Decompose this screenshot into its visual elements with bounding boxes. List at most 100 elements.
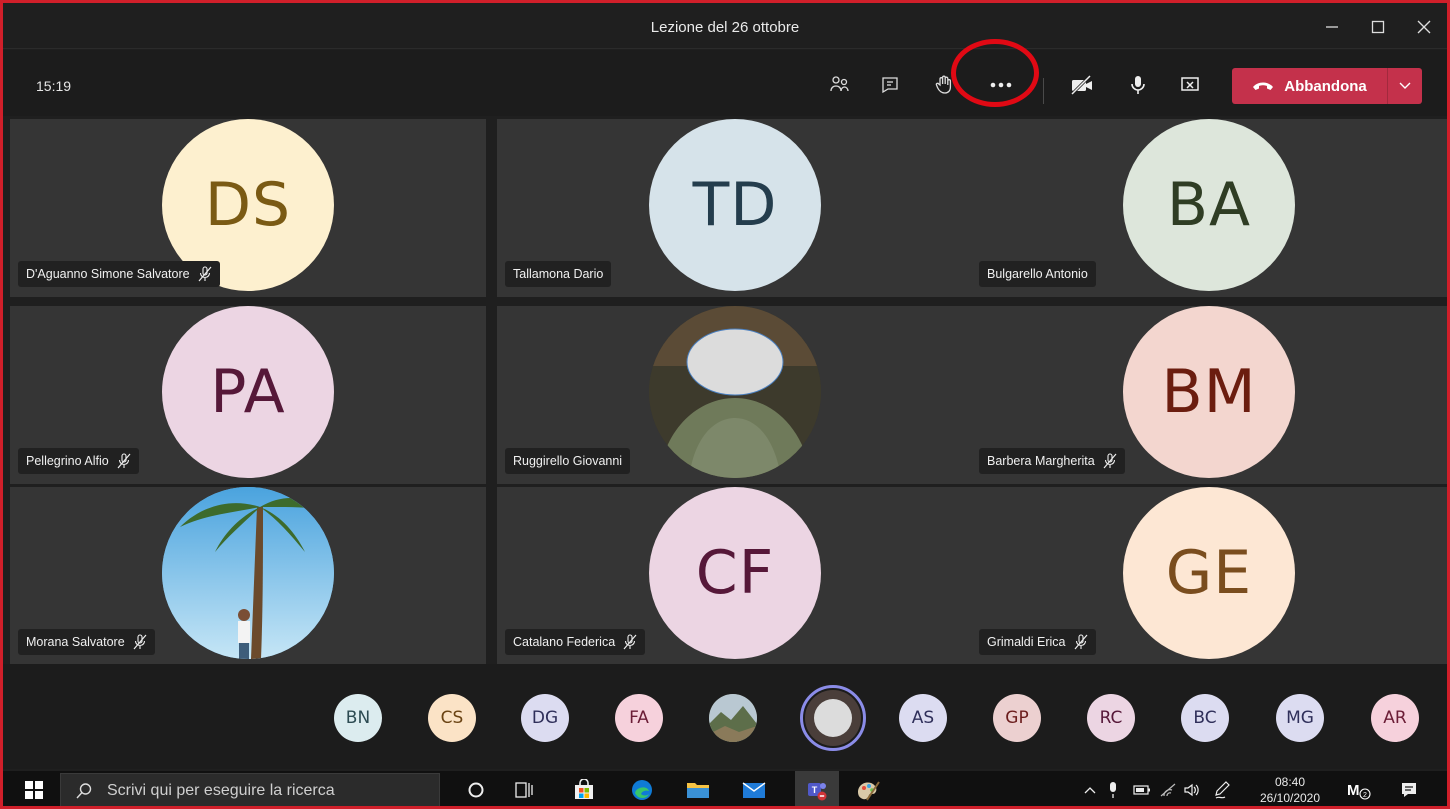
window-title: Lezione del 26 ottobre xyxy=(650,19,800,36)
participant-tile[interactable]: BM Barbera Margherita xyxy=(971,306,1447,484)
paint-icon[interactable] xyxy=(853,775,883,805)
store-icon[interactable] xyxy=(569,775,599,805)
participant-name-tag: D'Aguanno Simone Salvatore xyxy=(18,261,220,287)
overflow-participants: BN CS DG FA AS GP RC BC MG AR xyxy=(3,664,1447,769)
participant-name: Ruggirello Giovanni xyxy=(513,454,623,468)
overflow-photo[interactable] xyxy=(709,694,757,742)
participant-name-tag: Barbera Margherita xyxy=(979,448,1125,474)
more-options-icon[interactable] xyxy=(984,68,1018,102)
taskbar-search-box[interactable]: Scrivi qui per eseguire la ricerca xyxy=(60,773,440,806)
participant-avatar: PA xyxy=(162,306,334,478)
title-bar: Lezione del 26 ottobre xyxy=(3,3,1447,49)
video-grid: DS D'Aguanno Simone Salvatore TD Tallamona … xyxy=(10,119,1447,665)
chevron-up-icon[interactable] xyxy=(1080,775,1100,805)
overflow-avatar[interactable]: AS xyxy=(899,694,947,742)
participant-tile[interactable]: Ruggirello Giovanni xyxy=(497,306,973,484)
participant-tile[interactable]: BA Bulgarello Antonio xyxy=(971,119,1447,297)
teams-meeting-window: Lezione del 26 ottobre 15:19 Abbandona D… xyxy=(0,0,1450,809)
task-view-icon[interactable] xyxy=(509,775,539,805)
muted-mic-icon xyxy=(198,266,212,282)
svg-text:T: T xyxy=(812,785,818,795)
participant-name: D'Aguanno Simone Salvatore xyxy=(26,267,190,281)
close-icon[interactable] xyxy=(1409,13,1439,41)
teams-icon[interactable]: T xyxy=(795,771,839,806)
overflow-avatar[interactable]: CS xyxy=(428,694,476,742)
participant-name: Barbera Margherita xyxy=(987,454,1095,468)
wifi-icon[interactable] xyxy=(1157,775,1179,805)
search-icon xyxy=(76,783,92,799)
meeting-controls-bar: 15:19 Abbandona xyxy=(3,50,1447,116)
overflow-photo[interactable] xyxy=(800,685,866,751)
clock-date: 26/10/2020 xyxy=(1259,791,1321,805)
raise-hand-icon[interactable] xyxy=(927,68,961,102)
participant-tile[interactable]: DS D'Aguanno Simone Salvatore xyxy=(10,119,486,297)
participant-tile[interactable]: GE Grimaldi Erica xyxy=(971,487,1447,665)
muted-mic-icon xyxy=(1074,634,1087,650)
participant-name: Tallamona Dario xyxy=(513,267,604,281)
muted-mic-icon xyxy=(1103,453,1117,469)
participant-tile[interactable]: PA Pellegrino Alfio xyxy=(10,306,486,484)
chevron-down-icon[interactable] xyxy=(1388,82,1422,90)
chat-icon[interactable] xyxy=(873,68,907,102)
participant-name-tag: Tallamona Dario xyxy=(505,261,612,287)
edge-icon[interactable] xyxy=(627,775,657,805)
share-screen-icon[interactable] xyxy=(1173,68,1207,102)
leave-button[interactable]: Abbandona xyxy=(1232,68,1422,104)
participant-name-tag: Ruggirello Giovanni xyxy=(505,448,631,474)
windows-taskbar: Scrivi qui per eseguire la ricerca T 08:… xyxy=(3,771,1447,806)
overflow-avatar[interactable]: RC xyxy=(1087,694,1135,742)
overflow-avatar[interactable]: BN xyxy=(334,694,382,742)
overflow-avatar[interactable]: AR xyxy=(1371,694,1419,742)
participant-name: Pellegrino Alfio xyxy=(26,454,109,468)
overflow-avatar[interactable]: MG xyxy=(1276,694,1324,742)
mail-icon[interactable] xyxy=(739,775,769,805)
participant-photo xyxy=(162,487,334,659)
leave-label: Abbandona xyxy=(1284,77,1367,95)
participant-name-tag: Catalano Federica xyxy=(505,629,646,655)
file-explorer-icon[interactable] xyxy=(683,775,713,805)
camera-off-icon[interactable] xyxy=(1065,68,1099,102)
muted-mic-icon xyxy=(117,453,131,469)
microphone-icon[interactable] xyxy=(1121,68,1155,102)
participant-avatar: BM xyxy=(1123,306,1295,478)
participant-name-tag: Bulgarello Antonio xyxy=(979,261,1096,287)
participant-name: Catalano Federica xyxy=(513,635,616,649)
participant-name-tag: Morana Salvatore xyxy=(18,629,155,655)
pen-icon[interactable] xyxy=(1211,775,1233,805)
participant-avatar: CF xyxy=(649,487,821,659)
overflow-avatar[interactable]: BC xyxy=(1181,694,1229,742)
search-placeholder: Scrivi qui per eseguire la ricerca xyxy=(107,782,335,799)
muted-mic-icon xyxy=(133,634,147,650)
minimize-icon[interactable] xyxy=(1317,13,1347,41)
participant-tile[interactable]: Morana Salvatore xyxy=(10,487,486,665)
leave-main-button[interactable]: Abbandona xyxy=(1232,78,1387,95)
participant-tile[interactable]: CF Catalano Federica xyxy=(497,487,973,665)
overflow-avatar[interactable]: DG xyxy=(521,694,569,742)
overflow-avatar[interactable]: GP xyxy=(993,694,1041,742)
windows-start-icon[interactable] xyxy=(19,775,49,805)
participant-tile[interactable]: TD Tallamona Dario xyxy=(497,119,973,297)
overflow-avatar[interactable]: FA xyxy=(615,694,663,742)
battery-icon[interactable] xyxy=(1131,775,1153,805)
maximize-icon[interactable] xyxy=(1363,13,1393,41)
participant-name: Bulgarello Antonio xyxy=(987,267,1088,281)
hang-up-icon xyxy=(1253,82,1274,90)
clock-time: 08:40 xyxy=(1274,775,1306,789)
participant-avatar: BA xyxy=(1123,119,1295,291)
participant-name-tag: Grimaldi Erica xyxy=(979,629,1096,655)
cortana-icon[interactable] xyxy=(461,775,491,805)
participant-avatar: TD xyxy=(649,119,821,291)
svg-text:2: 2 xyxy=(1363,792,1367,799)
meet-now-icon[interactable]: M2 xyxy=(1343,775,1375,805)
toolbar-separator xyxy=(1043,78,1044,104)
system-clock[interactable]: 08:40 26/10/2020 xyxy=(1255,774,1325,806)
meeting-timer: 15:19 xyxy=(36,78,72,94)
svg-text:M: M xyxy=(1347,782,1360,799)
participant-name: Grimaldi Erica xyxy=(987,635,1066,649)
volume-icon[interactable] xyxy=(1181,775,1203,805)
people-icon[interactable] xyxy=(823,68,857,102)
participant-name: Morana Salvatore xyxy=(26,635,125,649)
notifications-icon[interactable] xyxy=(1395,775,1423,805)
participant-avatar: GE xyxy=(1123,487,1295,659)
tray-microphone-icon[interactable] xyxy=(1103,775,1123,805)
